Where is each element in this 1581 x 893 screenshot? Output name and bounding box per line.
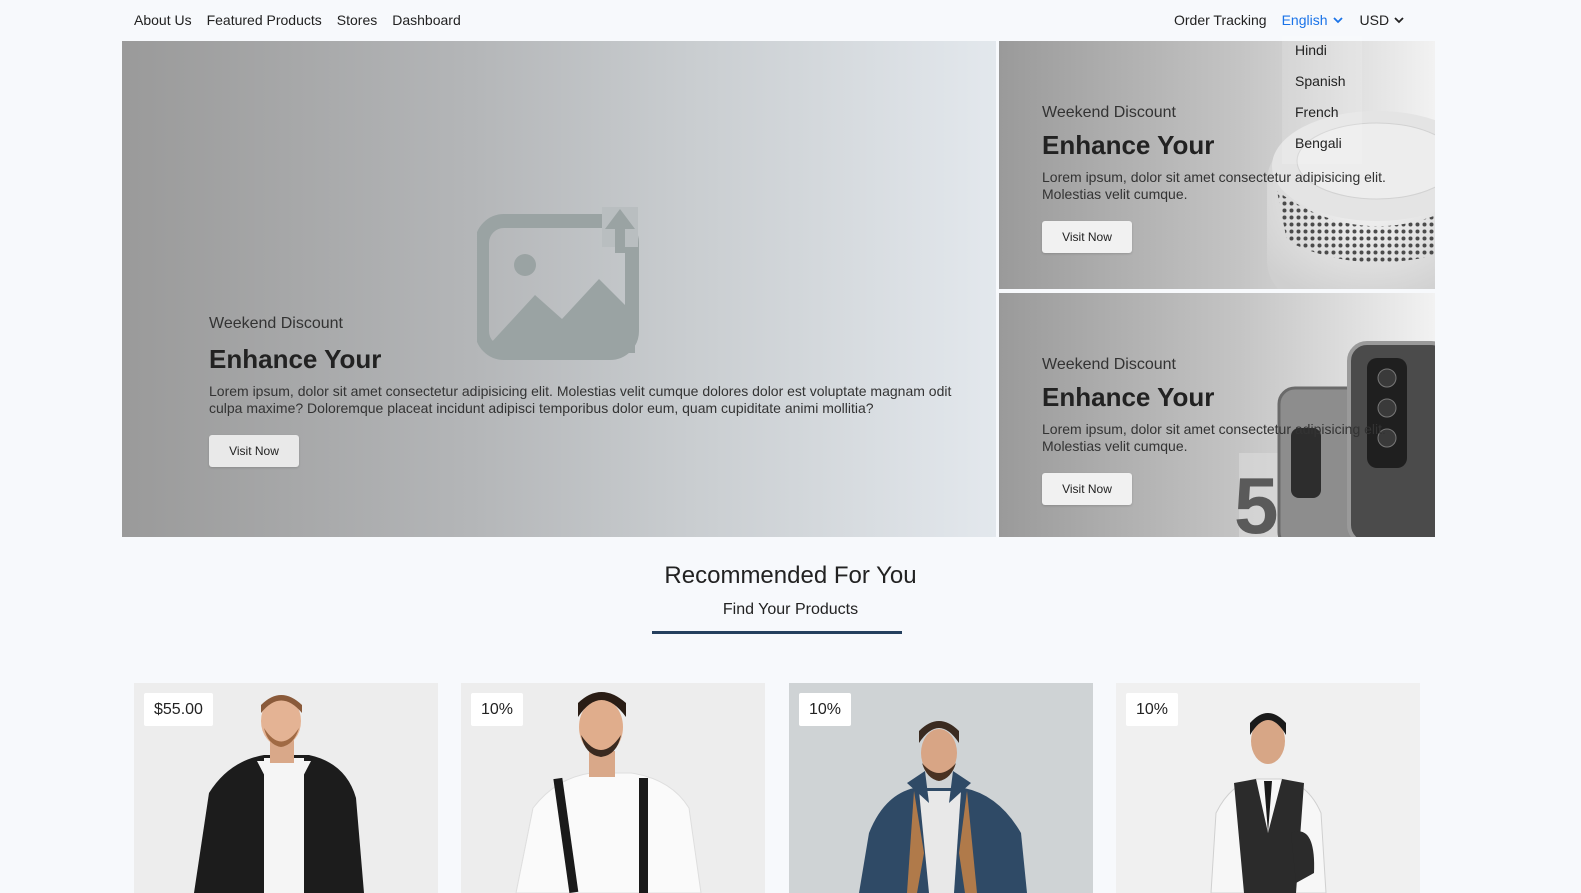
language-option-bengali[interactable]: Bengali: [1295, 133, 1362, 164]
nav-stores[interactable]: Stores: [337, 12, 377, 28]
discount-badge: 10%: [799, 693, 852, 726]
hero-description: Lorem ipsum, dolor sit amet consectetur …: [209, 383, 952, 416]
hero-side-banner-bottom: 5 Weekend Discount Enhance Your Lorem ip…: [999, 293, 1435, 537]
nav-about-us[interactable]: About Us: [134, 12, 192, 28]
product-card[interactable]: $55.00: [134, 683, 438, 893]
top-navigation: About Us Featured Products Stores Dashbo…: [0, 0, 1581, 41]
product-card[interactable]: 10%: [789, 683, 1093, 893]
discount-badge: 10%: [471, 693, 524, 726]
hero-description: Lorem ipsum, dolor sit amet consectetur …: [1042, 169, 1386, 202]
hero-main-banner: Weekend Discount Enhance Your Lorem ipsu…: [122, 41, 996, 537]
hero-side-bottom-content: Weekend Discount Enhance Your Lorem ipsu…: [1042, 356, 1402, 505]
visit-now-button[interactable]: Visit Now: [1042, 221, 1132, 253]
price-badge: $55.00: [144, 693, 213, 726]
discount-badge: 10%: [1126, 693, 1179, 726]
recommended-section-header: Recommended For You Find Your Products: [0, 562, 1581, 619]
product-card[interactable]: 10%: [461, 683, 765, 893]
language-option-spanish[interactable]: Spanish: [1295, 71, 1362, 102]
visit-now-button[interactable]: Visit Now: [1042, 473, 1132, 505]
section-title: Recommended For You: [664, 562, 917, 589]
section-subtitle: Find Your Products: [722, 601, 859, 618]
order-tracking-link[interactable]: Order Tracking: [1174, 12, 1267, 28]
nav-featured-products[interactable]: Featured Products: [207, 12, 322, 28]
hero-eyebrow: Weekend Discount: [209, 315, 343, 332]
hero-side-banner-top: Weekend Discount Enhance Your Lorem ipsu…: [999, 41, 1435, 289]
hero-eyebrow: Weekend Discount: [1042, 356, 1176, 373]
secondary-nav: Order Tracking English USD: [1174, 12, 1405, 28]
product-card[interactable]: 10%: [1116, 683, 1420, 893]
chevron-down-icon: [1394, 17, 1404, 24]
hero-title: Enhance Your: [1042, 382, 1215, 412]
hero-title: Enhance Your: [209, 344, 382, 374]
hero-description: Lorem ipsum, dolor sit amet consectetur …: [1042, 421, 1386, 454]
nav-dashboard[interactable]: Dashboard: [392, 12, 461, 28]
language-selector[interactable]: English: [1282, 12, 1344, 28]
language-option-hindi[interactable]: Hindi: [1295, 40, 1362, 71]
language-selector-label: English: [1281, 12, 1328, 28]
currency-selector[interactable]: USD: [1360, 12, 1406, 28]
visit-now-button[interactable]: Visit Now: [209, 435, 299, 467]
section-underline: [652, 631, 902, 634]
chevron-down-icon: [1332, 17, 1343, 24]
currency-selector-label: USD: [1359, 12, 1390, 28]
language-dropdown-menu: Hindi Spanish French Bengali: [1282, 36, 1362, 164]
hero-main-content: Weekend Discount Enhance Your Lorem ipsu…: [209, 315, 969, 467]
language-option-french[interactable]: French: [1295, 102, 1362, 133]
primary-nav: About Us Featured Products Stores Dashbo…: [134, 12, 461, 28]
